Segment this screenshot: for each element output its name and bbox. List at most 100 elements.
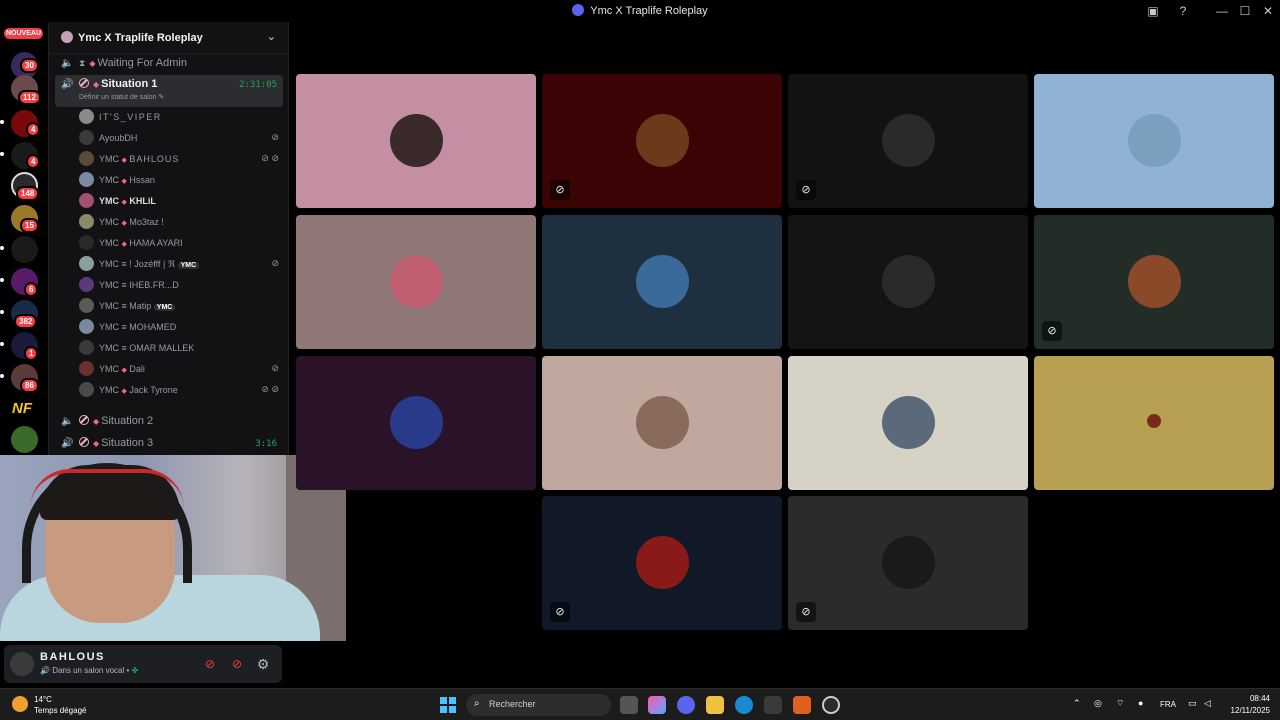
channel-waiting[interactable]: 🔈 ⧗ ◆ Waiting For Admin [55, 54, 283, 74]
voice-member[interactable]: YMC ≡ Matip YMC [79, 296, 279, 316]
close-icon[interactable]: ✕ [1260, 3, 1276, 19]
server-header[interactable]: Ymc X Traplife Roleplay ⌄ [49, 22, 288, 54]
voice-member[interactable]: YMC ≡ OMAR MALLEK [79, 338, 279, 358]
unread-pip [0, 342, 4, 346]
video-tile[interactable]: ⊘ [788, 496, 1028, 630]
avatar [79, 151, 94, 166]
channel-situation-2[interactable]: 🔈 ◆ Situation 2 [55, 412, 283, 432]
channel-status-prompt[interactable]: Définir un statut de salon ✎ [79, 93, 277, 101]
task-view-icon[interactable] [620, 696, 638, 714]
voice-member[interactable]: YMC ≡ IHEB.FR...D [79, 275, 279, 295]
windows-start-icon[interactable] [440, 697, 456, 713]
no-entry-icon [79, 78, 89, 88]
weather-sun-icon [12, 696, 28, 712]
avatar [79, 340, 94, 355]
volume-icon[interactable]: ◁ [1204, 698, 1211, 709]
participant-avatar [1128, 114, 1181, 167]
channel-situation-3[interactable]: 🔊 ◆ Situation 3 3:16 [55, 434, 283, 454]
voice-member[interactable]: IT'S_VIPER [79, 107, 279, 127]
video-tile[interactable] [542, 215, 782, 349]
voice-member[interactable]: YMC ≡ ! Jozéfff | ℜ YMC ⊘ [79, 254, 279, 274]
video-tile[interactable] [788, 356, 1028, 490]
diamond-icon: ◆ [121, 199, 127, 206]
video-tile[interactable] [788, 215, 1028, 349]
tray-app-icon[interactable]: ◎ [1094, 698, 1102, 709]
muted-icon: ⊘ [796, 602, 816, 622]
muted-icon: ⊘ [550, 180, 570, 200]
video-tile[interactable] [1034, 356, 1274, 490]
taskbar-search[interactable]: ⌕ Rechercher [466, 694, 611, 716]
participant-avatar [390, 396, 443, 449]
inbox-icon[interactable]: ▣ [1145, 3, 1161, 19]
help-icon[interactable]: ? [1175, 3, 1191, 19]
avatar [79, 172, 94, 187]
server-icon[interactable] [11, 236, 38, 263]
participant-avatar [882, 255, 935, 308]
speaker-live-icon: 🔊 [61, 438, 74, 449]
voice-member[interactable]: YMC ◆ BAHLOUS ⊘ ⊘ [79, 149, 279, 169]
voice-member[interactable]: YMC ◆ Jack Tyrone ⊘ ⊘ [79, 380, 279, 400]
title-bar: Ymc X Traplife Roleplay ▣ ? — ☐ ✕ [0, 0, 1280, 22]
maximize-icon[interactable]: ☐ [1237, 3, 1253, 19]
video-tile[interactable]: ⊘ [1034, 215, 1274, 349]
system-clock[interactable]: 08:44 12/11/2025 [1231, 693, 1270, 717]
app-icon[interactable] [793, 696, 811, 714]
store-icon[interactable] [764, 696, 782, 714]
video-tile[interactable]: ⊘ [788, 74, 1028, 208]
mic-muted-icon: ⊘ [271, 363, 279, 373]
participant-avatar [636, 114, 689, 167]
file-explorer-icon[interactable] [706, 696, 724, 714]
muted-icon: ⊘ [550, 602, 570, 622]
video-tile[interactable]: ⊘ [542, 496, 782, 630]
server-icon[interactable] [11, 426, 38, 453]
no-entry-icon [79, 415, 89, 425]
avatar [79, 109, 94, 124]
no-entry-icon [79, 437, 89, 447]
discord-logo-icon [572, 4, 585, 16]
video-tile[interactable] [296, 215, 536, 349]
clover-icon: ✤ [131, 666, 139, 675]
voice-member[interactable]: AyoubDH ⊘ [79, 128, 279, 148]
mute-mic-button[interactable]: ⊘ [201, 655, 219, 673]
unread-pip [0, 152, 4, 156]
minimize-icon[interactable]: — [1214, 3, 1230, 19]
role-tag: YMC [177, 262, 200, 269]
video-tile[interactable] [1034, 74, 1274, 208]
display-icon[interactable]: ▭ [1188, 698, 1197, 709]
unread-pip [0, 120, 4, 124]
user-avatar[interactable] [10, 652, 34, 676]
discord-app-icon[interactable] [677, 696, 695, 714]
voice-member[interactable]: YMC ◆ KHLiL [79, 191, 279, 211]
settings-gear-icon[interactable]: ⚙ [254, 655, 272, 673]
voice-member[interactable]: YMC ◆ Dali ⊘ [79, 359, 279, 379]
avatar [79, 193, 94, 208]
edge-browser-icon[interactable] [735, 696, 753, 714]
participant-avatar [1128, 255, 1181, 308]
avatar [79, 382, 94, 397]
participant-avatar [882, 114, 935, 167]
voice-member[interactable]: YMC ◆ Mo3taz ! [79, 212, 279, 232]
video-tile[interactable] [296, 356, 536, 490]
unread-badge: 30 [20, 58, 39, 73]
server-icon-nf[interactable]: NF [12, 400, 32, 417]
unread-pip [0, 310, 4, 314]
voice-member[interactable]: YMC ≡ MOHAMED [79, 317, 279, 337]
chevron-down-icon[interactable]: ⌄ [267, 30, 276, 43]
avatar [79, 235, 94, 250]
tray-overflow-icon[interactable]: ⌃ [1073, 698, 1081, 709]
network-icon[interactable]: ⌔ [1116, 698, 1124, 709]
video-tile[interactable]: ⊘ [542, 74, 782, 208]
avatar [79, 298, 94, 313]
voice-member[interactable]: YMC ◆ HAMA AYARI [79, 233, 279, 253]
language-indicator[interactable]: FRA [1160, 700, 1176, 709]
voice-member[interactable]: YMC ◆ Hssan [79, 170, 279, 190]
deafen-button[interactable]: ⊘ [228, 655, 246, 673]
user-panel: BAHLOUS 🔊 Dans un salon vocal • ✤ ⊘ ⊘ ⚙ [4, 645, 282, 683]
video-tile[interactable] [542, 356, 782, 490]
video-tile[interactable] [296, 74, 536, 208]
copilot-icon[interactable] [648, 696, 666, 714]
channel-situation-1[interactable]: 🔊 ◆ Situation 1 2:31:05 Définir un statut … [55, 75, 283, 107]
app-icon[interactable] [822, 696, 840, 714]
microphone-icon[interactable]: ● [1138, 698, 1143, 708]
participant-avatar [636, 396, 689, 449]
